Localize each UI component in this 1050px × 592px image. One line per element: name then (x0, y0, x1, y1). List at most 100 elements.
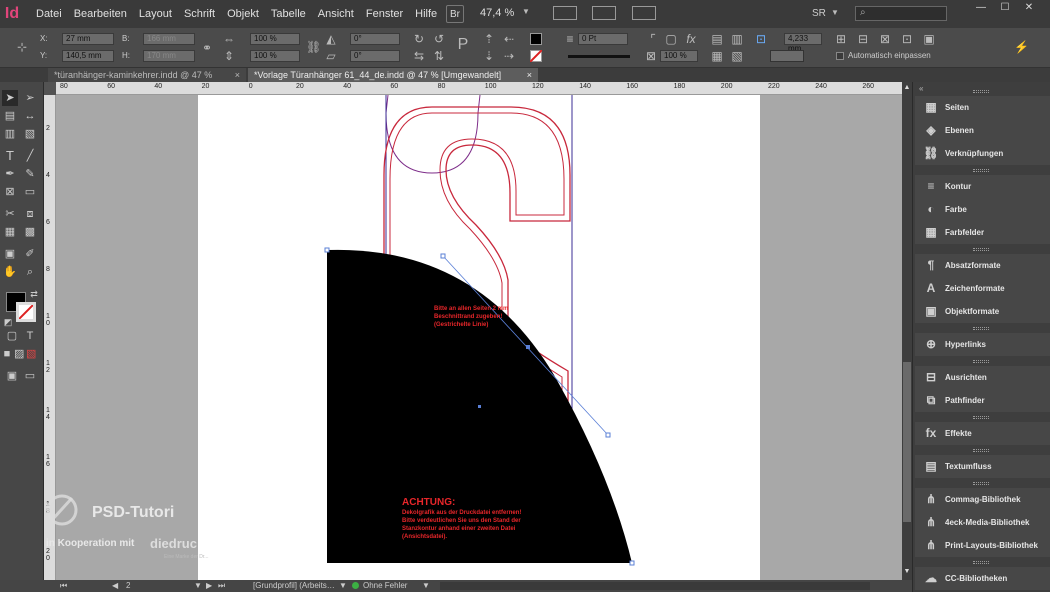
panel-group-grip[interactable] (973, 416, 989, 419)
fx-icon[interactable]: fx (684, 32, 698, 46)
fit-frame-content-icon[interactable]: ⊟ (856, 32, 870, 46)
menu-bearbeiten[interactable]: Bearbeiten (68, 0, 133, 28)
quick-apply-icon[interactable]: ⚡ (1014, 40, 1029, 54)
panel-farbfelder[interactable]: ▦ Farbfelder (915, 221, 1050, 243)
stroke-swatch[interactable] (530, 50, 542, 62)
maximize-button[interactable]: ☐ (994, 2, 1016, 18)
panel-verknüpfungen[interactable]: ⛓ Verknüpfungen (915, 142, 1050, 164)
free-transform-tool-icon[interactable]: ⧈ (22, 206, 38, 222)
width-field[interactable]: 166 mm (143, 33, 195, 45)
select-previous-icon[interactable]: ⇠ (502, 32, 516, 46)
flip-vertical-icon[interactable]: ⇅ (432, 49, 446, 63)
panel-kontur[interactable]: ≡ Kontur (915, 175, 1050, 197)
close-window-button[interactable]: ✕ (1018, 2, 1040, 18)
stroke-weight-field[interactable]: 0 Pt (578, 33, 628, 45)
panel-group-grip[interactable] (973, 482, 989, 485)
selection-tool-icon[interactable]: ➤ (2, 90, 18, 106)
scale-x-field[interactable]: 100 % (250, 33, 300, 45)
content-placer-icon[interactable]: ▧ (22, 126, 38, 142)
opacity-field[interactable]: 100 % (660, 50, 698, 62)
apply-none-icon[interactable]: ▧ (26, 346, 36, 362)
drop-shadow-icon[interactable]: ▢ (664, 32, 678, 46)
fill-swatch[interactable] (530, 33, 542, 45)
preflight-profile[interactable]: [Grundprofil] (Arbeits… (253, 581, 335, 590)
gradient-feather-tool-icon[interactable]: ▩ (22, 224, 38, 240)
menu-layout[interactable]: Layout (133, 0, 178, 28)
panel-group-grip[interactable] (973, 90, 989, 93)
menu-tabelle[interactable]: Tabelle (265, 0, 312, 28)
zoom-tool-icon[interactable]: ⌕ (22, 264, 38, 280)
pen-tool-icon[interactable]: ✒ (2, 166, 18, 182)
fill-frame-icon[interactable]: ⊡ (900, 32, 914, 46)
arrange-documents-icon[interactable] (632, 6, 656, 20)
content-collector-icon[interactable]: ▥ (2, 126, 18, 142)
rotate-cw-icon[interactable]: ↻ (412, 32, 426, 46)
panel-4eck-media-bibliothek[interactable]: ⋔ 4eck-Media-Bibliothek (915, 511, 1050, 533)
panel-farbe[interactable]: ◐ Farbe (915, 198, 1050, 220)
gradient-swatch-tool-icon[interactable]: ▦ (2, 224, 18, 240)
workspace-dropdown-icon[interactable]: ▼ (831, 8, 839, 17)
panel-hyperlinks[interactable]: ⊕ Hyperlinks (915, 333, 1050, 355)
menu-hilfe[interactable]: Hilfe (409, 0, 443, 28)
panel-group-grip[interactable] (973, 449, 989, 452)
menu-ansicht[interactable]: Ansicht (312, 0, 360, 28)
scroll-thumb[interactable] (903, 362, 911, 522)
panel-commag-bibliothek[interactable]: ⋔ Commag-Bibliothek (915, 488, 1050, 510)
horizontal-scrollbar[interactable] (440, 582, 870, 590)
profile-dropdown-icon[interactable]: ▼ (339, 581, 347, 590)
text-frame-icon[interactable]: P (455, 37, 471, 53)
first-page-icon[interactable]: ⏮ (60, 581, 67, 591)
flip-horizontal-icon[interactable]: ⇆ (412, 49, 426, 63)
y-position-field[interactable]: 140,5 mm (62, 50, 114, 62)
frame-fit-icon[interactable]: ▦ (710, 49, 724, 63)
rotation-field[interactable]: 0° (350, 33, 400, 45)
panel-textumfluss[interactable]: ▤ Textumfluss (915, 455, 1050, 477)
screen-mode-icon[interactable]: ▭ (22, 368, 38, 384)
bridge-button[interactable]: Br (446, 5, 464, 23)
preflight-dropdown-icon[interactable]: ▼ (422, 581, 430, 590)
swap-colors-icon[interactable]: ⇄ (28, 286, 40, 302)
panel-ausrichten[interactable]: ⊟ Ausrichten (915, 366, 1050, 388)
panel-ebenen[interactable]: ◈ Ebenen (915, 119, 1050, 141)
select-content-icon[interactable]: ⇣ (482, 49, 496, 63)
stroke-color-swatch[interactable] (16, 302, 36, 322)
select-next-icon[interactable]: ⇢ (502, 49, 516, 63)
vertical-scrollbar[interactable]: ▲ ▼ (902, 82, 912, 580)
scale-y-field[interactable]: 100 % (250, 50, 300, 62)
rotate-ccw-icon[interactable]: ↺ (432, 32, 446, 46)
panel-group-grip[interactable] (973, 327, 989, 330)
tab-vorlage-tuerhaenger[interactable]: *Vorlage Türanhänger 61_44_de.indd @ 47 … (248, 68, 538, 82)
type-tool-icon[interactable]: T (2, 148, 18, 164)
apply-color-icon[interactable]: ■ (2, 346, 12, 362)
zoom-level[interactable]: 47,4 % (480, 7, 514, 19)
scissors-tool-icon[interactable]: ✂ (2, 206, 18, 222)
menu-schrift[interactable]: Schrift (178, 0, 221, 28)
x-position-field[interactable]: 27 mm (62, 33, 114, 45)
panel-pathfinder[interactable]: ⧉ Pathfinder (915, 389, 1050, 411)
rectangle-tool-icon[interactable]: ▭ (22, 184, 38, 200)
direct-selection-tool-icon[interactable]: ➢ (22, 90, 38, 106)
eyedropper-tool-icon[interactable]: ✐ (22, 246, 38, 262)
text-wrap-bbox-icon[interactable]: ▥ (730, 32, 744, 46)
panel-print-layouts-bibliothek[interactable]: ⋔ Print-Layouts-Bibliothek (915, 534, 1050, 556)
screen-mode-icon[interactable] (592, 6, 616, 20)
constrain-proportions-icon[interactable]: ⚭ (200, 41, 214, 55)
height-field[interactable]: 170 mm (143, 50, 195, 62)
search-input[interactable]: ⌕ (855, 6, 947, 21)
menu-objekt[interactable]: Objekt (221, 0, 265, 28)
panel-cc-bibliotheken[interactable]: ☁ CC-Bibliotheken (915, 567, 1050, 589)
autofit-checkbox[interactable] (836, 52, 844, 60)
page-tool-icon[interactable]: ▤ (2, 108, 18, 124)
note-tool-icon[interactable]: ▣ (2, 246, 18, 262)
view-options-icon[interactable] (553, 6, 577, 20)
panel-seiten[interactable]: ▦ Seiten (915, 96, 1050, 118)
fit-proportionally-icon[interactable]: ⊠ (878, 32, 892, 46)
panel-absatzformate[interactable]: ¶ Absatzformate (915, 254, 1050, 276)
tab-close-icon[interactable]: × (235, 68, 240, 82)
text-wrap-none-icon[interactable]: ▤ (710, 32, 724, 46)
last-page-icon[interactable]: ⏭ (218, 581, 225, 591)
alignment-dropdown[interactable] (770, 50, 804, 62)
page-number-field[interactable]: 2 (126, 581, 130, 590)
minimize-button[interactable]: — (970, 2, 992, 18)
collapse-dock-icon[interactable]: « (919, 84, 923, 93)
